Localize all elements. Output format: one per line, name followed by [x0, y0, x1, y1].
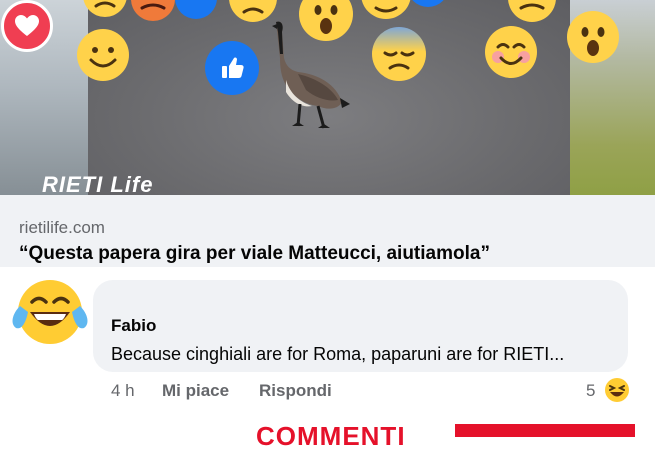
banner-background [455, 424, 635, 437]
commenter-avatar-tears-of-joy-icon[interactable] [10, 272, 90, 352]
reaction-count[interactable]: 5 [586, 381, 595, 401]
astonished-face-icon [567, 11, 619, 63]
grinning-squint-face-icon[interactable] [604, 377, 630, 403]
media-watermark: RIETI Life [42, 172, 154, 195]
heart-icon [15, 15, 39, 36]
like-reaction-icon [412, 0, 444, 7]
link-headline[interactable]: “Questa papera gira per viale Matteucci,… [19, 243, 490, 265]
astonished-face-icon [299, 0, 353, 41]
banner-title: COMMENTI [256, 421, 406, 451]
reply-button[interactable]: Rispondi [259, 381, 332, 401]
comment-text: Because cinghiali are for Roma, paparuni… [111, 344, 565, 364]
smiling-face-icon [77, 29, 129, 81]
link-domain: rietilife.com [19, 218, 105, 237]
angry-face-icon [508, 0, 556, 22]
like-reaction-icon [175, 0, 217, 19]
thumbs-up-icon [222, 57, 244, 78]
frowning-face-icon [229, 0, 277, 22]
like-button[interactable]: Mi piace [162, 381, 229, 401]
comment-timestamp[interactable]: 4 h [111, 381, 135, 401]
sad-face-icon [83, 0, 127, 17]
comment-author[interactable]: Fabio [111, 316, 156, 336]
post-media[interactable]: RIETI Life [0, 0, 655, 195]
angry-face-icon [131, 0, 175, 21]
heart-reaction-button[interactable] [1, 0, 53, 52]
comment-bubble[interactable]: Fabio Because cinghiali are for Roma, pa… [93, 280, 628, 372]
blushing-smile-face-icon [485, 26, 537, 78]
face-icon [361, 0, 411, 19]
link-preview-card[interactable]: rietilife.com “Questa papera gira per vi… [0, 195, 655, 267]
like-reaction-button[interactable] [205, 41, 259, 95]
pensive-face-icon [372, 27, 426, 81]
